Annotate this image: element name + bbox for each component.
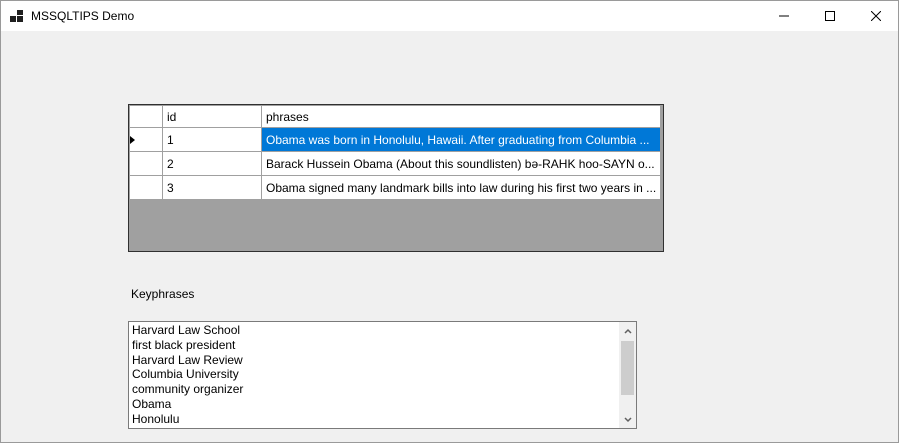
table-row[interactable]: 3 Obama signed many landmark bills into … <box>129 175 662 200</box>
column-header-phrases[interactable]: phrases <box>260 105 662 128</box>
vertical-scrollbar[interactable] <box>619 322 636 428</box>
app-icon <box>10 10 23 22</box>
list-item[interactable]: Harvard Law Review <box>132 353 243 368</box>
scroll-up-button[interactable] <box>619 322 636 339</box>
grid-header-row: id phrases <box>129 105 662 128</box>
close-button[interactable] <box>853 1 899 31</box>
maximize-button[interactable] <box>807 1 853 31</box>
list-item[interactable]: Harvard Law School <box>132 323 243 338</box>
maximize-icon <box>825 11 835 21</box>
keyphrases-label: Keyphrases <box>131 287 195 301</box>
list-item[interactable]: community organizer <box>132 382 243 397</box>
list-item[interactable]: Columbia University <box>132 367 243 382</box>
table-row[interactable]: 1 Obama was born in Honolulu, Hawaii. Af… <box>129 127 662 152</box>
cell-id[interactable]: 3 <box>162 175 262 200</box>
row-header[interactable] <box>129 127 163 152</box>
minimize-button[interactable] <box>761 1 807 31</box>
phrases-data-grid[interactable]: id phrases 1 Obama was born in Honolulu,… <box>128 104 664 252</box>
minimize-icon <box>779 15 789 17</box>
current-row-arrow-icon <box>130 135 135 144</box>
close-icon <box>871 11 881 21</box>
row-header[interactable] <box>129 151 163 176</box>
row-header[interactable] <box>129 175 163 200</box>
cell-phrase[interactable]: Obama was born in Honolulu, Hawaii. Afte… <box>260 127 662 152</box>
chevron-down-icon <box>623 416 632 422</box>
scrollbar-thumb[interactable] <box>621 341 634 395</box>
cell-id[interactable]: 1 <box>162 127 262 152</box>
cell-id[interactable]: 2 <box>162 151 262 176</box>
grid-table: id phrases 1 Obama was born in Honolulu,… <box>129 105 662 200</box>
list-item[interactable]: first black president <box>132 338 243 353</box>
list-item[interactable]: Obama <box>132 397 243 412</box>
keyphrases-list: Harvard Law School first black president… <box>132 323 243 427</box>
cell-phrase[interactable]: Obama signed many landmark bills into la… <box>260 175 662 200</box>
app-window: MSSQLTIPS Demo id phrases 1 Obama was bo… <box>0 0 899 443</box>
list-item[interactable]: Honolulu <box>132 412 243 427</box>
column-header-id[interactable]: id <box>162 105 262 128</box>
chevron-up-icon <box>623 328 632 334</box>
keyphrases-listbox[interactable]: Harvard Law School first black president… <box>128 321 637 429</box>
scroll-down-button[interactable] <box>619 411 636 428</box>
title-bar[interactable]: MSSQLTIPS Demo <box>1 1 898 31</box>
window-title: MSSQLTIPS Demo <box>31 9 135 23</box>
table-row[interactable]: 2 Barack Hussein Obama (About this sound… <box>129 151 662 176</box>
grid-corner-header[interactable] <box>129 105 163 128</box>
cell-phrase[interactable]: Barack Hussein Obama (About this soundli… <box>260 151 662 176</box>
